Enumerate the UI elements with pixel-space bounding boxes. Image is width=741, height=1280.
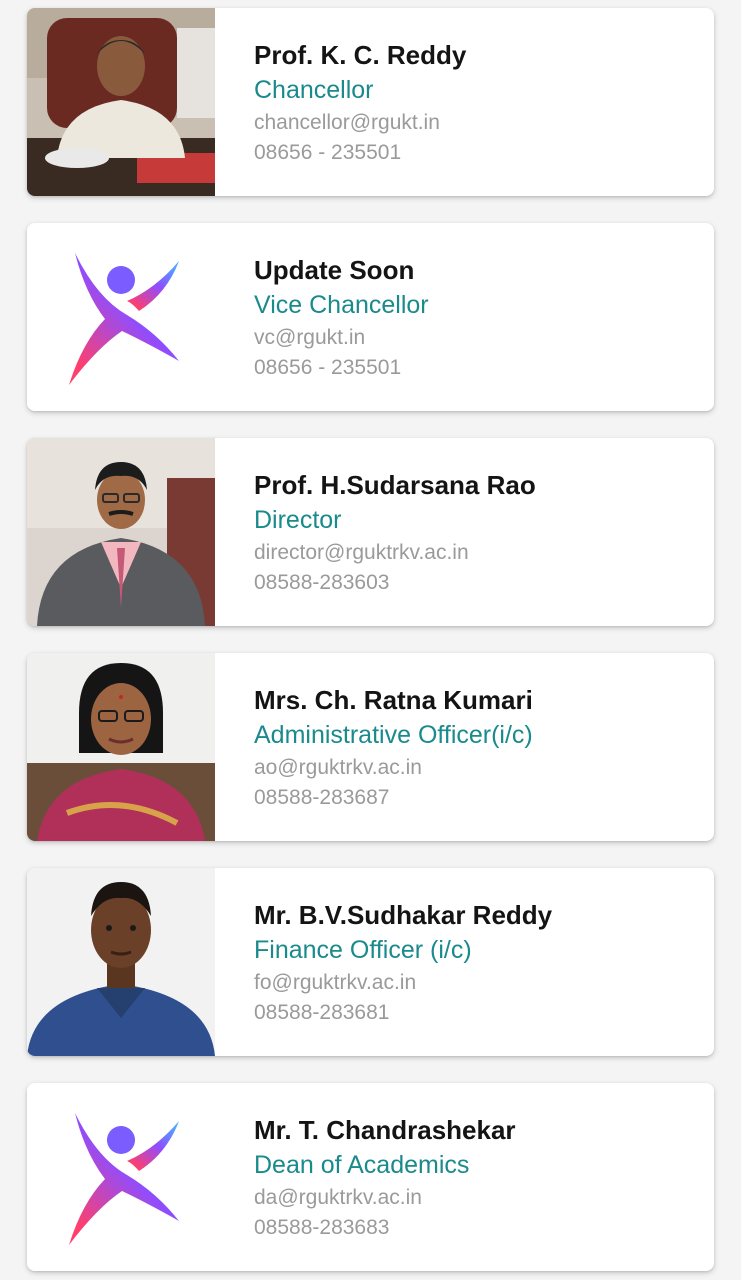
- officer-name: Prof. K. C. Reddy: [254, 40, 467, 70]
- officer-name: Mrs. Ch. Ratna Kumari: [254, 685, 533, 715]
- officer-phone[interactable]: 08656 - 235501: [254, 353, 704, 383]
- officer-photo: [27, 868, 215, 1056]
- officer-role: Vice Chancellor: [254, 291, 429, 319]
- officer-photo: [27, 8, 215, 196]
- officer-role: Dean of Academics: [254, 1151, 470, 1179]
- officer-card[interactable]: Mrs. Ch. Ratna Kumari Administrative Off…: [27, 653, 714, 841]
- officer-email[interactable]: ao@rguktrkv.ac.in: [254, 753, 704, 783]
- officer-name: Mr. T. Chandrashekar: [254, 1115, 516, 1145]
- officer-card[interactable]: Prof. H.Sudarsana Rao Director director@…: [27, 438, 714, 626]
- officer-phone[interactable]: 08588-283681: [254, 998, 704, 1028]
- officer-phone[interactable]: 08656 - 235501: [254, 138, 704, 168]
- officer-card[interactable]: Prof. K. C. Reddy Chancellor chancellor@…: [27, 8, 714, 196]
- officer-email[interactable]: director@rguktrkv.ac.in: [254, 538, 704, 568]
- officer-name: Mr. B.V.Sudhakar Reddy: [254, 900, 553, 930]
- officer-email[interactable]: da@rguktrkv.ac.in: [254, 1183, 704, 1213]
- officers-list: Prof. K. C. Reddy Chancellor chancellor@…: [0, 0, 741, 1280]
- officer-phone[interactable]: 08588-283687: [254, 783, 704, 813]
- officer-name: Prof. H.Sudarsana Rao: [254, 470, 536, 500]
- officer-role: Administrative Officer(i/c): [254, 721, 533, 749]
- officer-role: Chancellor: [254, 76, 374, 104]
- officer-card[interactable]: Mr. T. Chandrashekar Dean of Academics d…: [27, 1083, 714, 1271]
- officer-card[interactable]: Mr. B.V.Sudhakar Reddy Finance Officer (…: [27, 868, 714, 1056]
- officer-phone[interactable]: 08588-283683: [254, 1213, 704, 1243]
- officer-card[interactable]: Update Soon Vice Chancellor vc@rgukt.in …: [27, 223, 714, 411]
- placeholder-person-logo-icon: [27, 223, 215, 411]
- officer-email[interactable]: chancellor@rgukt.in: [254, 108, 704, 138]
- officer-photo: [27, 438, 215, 626]
- officer-email[interactable]: fo@rguktrkv.ac.in: [254, 968, 704, 998]
- officer-role: Director: [254, 506, 342, 534]
- officer-name: Update Soon: [254, 255, 415, 285]
- officer-email[interactable]: vc@rgukt.in: [254, 323, 704, 353]
- officer-phone[interactable]: 08588-283603: [254, 568, 704, 598]
- placeholder-person-logo-icon: [27, 1083, 215, 1271]
- officer-role: Finance Officer (i/c): [254, 936, 472, 964]
- officer-photo: [27, 653, 215, 841]
